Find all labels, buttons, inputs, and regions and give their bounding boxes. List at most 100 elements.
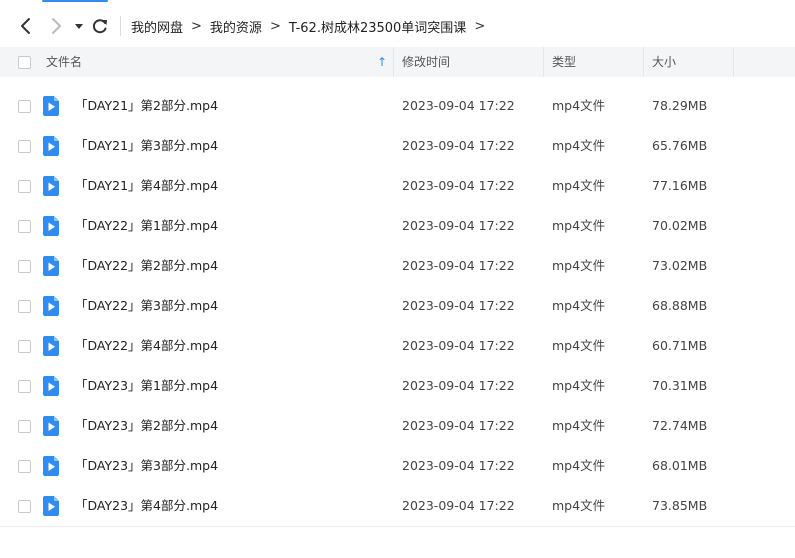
file-size: 68.88MB (652, 298, 708, 313)
video-file-icon (43, 496, 59, 516)
file-type: mp4文件 (552, 298, 606, 313)
file-name[interactable]: 「DAY23」第2部分.mp4 (75, 406, 218, 446)
caret-down-icon (75, 24, 83, 29)
row-checkbox[interactable] (18, 220, 31, 233)
column-header-type[interactable]: 类型 (552, 47, 576, 77)
row-checkbox[interactable] (18, 260, 31, 273)
file-size: 73.02MB (652, 258, 708, 273)
row-checkbox[interactable] (18, 300, 31, 313)
file-modified-time: 2023-09-04 17:22 (402, 218, 515, 233)
video-file-icon (43, 256, 59, 276)
file-type: mp4文件 (552, 378, 606, 393)
history-dropdown-button[interactable] (72, 14, 86, 38)
file-row[interactable]: 「DAY23」第2部分.mp4 2023-09-04 17:22 mp4文件 7… (0, 406, 795, 446)
file-name[interactable]: 「DAY22」第4部分.mp4 (75, 326, 218, 366)
file-size: 70.31MB (652, 378, 708, 393)
column-divider[interactable] (543, 47, 544, 77)
file-modified-time: 2023-09-04 17:22 (402, 258, 515, 273)
file-type: mp4文件 (552, 418, 606, 433)
row-checkbox[interactable] (18, 420, 31, 433)
sort-ascending-icon[interactable]: ↑ (377, 47, 387, 77)
row-checkbox[interactable] (18, 500, 31, 513)
video-file-icon (43, 296, 59, 316)
chevron-left-icon (21, 18, 30, 34)
breadcrumb: 我的网盘 > 我的资源 > T-62.树成林23500单词突围课 > (120, 12, 493, 40)
file-modified-time: 2023-09-04 17:22 (402, 458, 515, 473)
video-file-icon (43, 456, 59, 476)
column-divider[interactable] (393, 47, 394, 77)
file-row[interactable]: 「DAY22」第4部分.mp4 2023-09-04 17:22 mp4文件 6… (0, 326, 795, 366)
file-size: 70.02MB (652, 218, 708, 233)
file-name[interactable]: 「DAY21」第2部分.mp4 (75, 86, 218, 126)
column-header-size[interactable]: 大小 (652, 47, 676, 77)
refresh-icon (92, 19, 107, 34)
file-size: 77.16MB (652, 178, 708, 193)
row-checkbox[interactable] (18, 380, 31, 393)
breadcrumb-item-current-folder[interactable]: T-62.树成林23500单词突围课 (289, 17, 466, 36)
refresh-button[interactable] (90, 14, 110, 38)
file-row[interactable]: 「DAY22」第2部分.mp4 2023-09-04 17:22 mp4文件 7… (0, 246, 795, 286)
file-modified-time: 2023-09-04 17:22 (402, 498, 515, 513)
file-name[interactable]: 「DAY22」第1部分.mp4 (75, 206, 218, 246)
file-row[interactable]: 「DAY21」第4部分.mp4 2023-09-04 17:22 mp4文件 7… (0, 166, 795, 206)
video-file-icon (43, 336, 59, 356)
file-row[interactable]: 「DAY22」第3部分.mp4 2023-09-04 17:22 mp4文件 6… (0, 286, 795, 326)
file-row[interactable]: 「DAY21」第3部分.mp4 2023-09-04 17:22 mp4文件 6… (0, 126, 795, 166)
chevron-right-icon (52, 18, 61, 34)
file-size: 78.29MB (652, 98, 708, 113)
file-list-header: 文件名 ↑ 修改时间 类型 大小 (0, 47, 795, 77)
file-modified-time: 2023-09-04 17:22 (402, 338, 515, 353)
navigation-bar: 我的网盘 > 我的资源 > T-62.树成林23500单词突围课 > (0, 0, 795, 47)
file-name[interactable]: 「DAY21」第4部分.mp4 (75, 166, 218, 206)
file-name[interactable]: 「DAY22」第3部分.mp4 (75, 286, 218, 326)
column-divider[interactable] (733, 47, 734, 77)
file-type: mp4文件 (552, 458, 606, 473)
row-checkbox[interactable] (18, 460, 31, 473)
video-file-icon (43, 416, 59, 436)
column-header-modified[interactable]: 修改时间 (402, 47, 450, 77)
file-name[interactable]: 「DAY21」第3部分.mp4 (75, 126, 218, 166)
file-row[interactable]: 「DAY21」第2部分.mp4 2023-09-04 17:22 mp4文件 7… (0, 86, 795, 126)
row-checkbox[interactable] (18, 340, 31, 353)
file-modified-time: 2023-09-04 17:22 (402, 178, 515, 193)
video-file-icon (43, 136, 59, 156)
file-type: mp4文件 (552, 258, 606, 273)
file-name[interactable]: 「DAY22」第2部分.mp4 (75, 246, 218, 286)
file-name[interactable]: 「DAY23」第3部分.mp4 (75, 446, 218, 486)
breadcrumb-separator: > (269, 18, 281, 34)
file-size: 65.76MB (652, 138, 708, 153)
select-all-checkbox[interactable] (18, 56, 31, 69)
file-type: mp4文件 (552, 138, 606, 153)
file-modified-time: 2023-09-04 17:22 (402, 138, 515, 153)
breadcrumb-divider (120, 16, 121, 36)
list-bottom-border (0, 526, 795, 527)
column-divider[interactable] (643, 47, 644, 77)
file-row[interactable]: 「DAY23」第1部分.mp4 2023-09-04 17:22 mp4文件 7… (0, 366, 795, 406)
file-name[interactable]: 「DAY23」第1部分.mp4 (75, 366, 218, 406)
file-type: mp4文件 (552, 498, 606, 513)
row-checkbox[interactable] (18, 180, 31, 193)
row-checkbox[interactable] (18, 100, 31, 113)
video-file-icon (43, 216, 59, 236)
video-file-icon (43, 176, 59, 196)
column-header-name[interactable]: 文件名 (46, 47, 82, 77)
breadcrumb-item-my-resources[interactable]: 我的资源 (210, 17, 262, 36)
forward-button[interactable] (46, 14, 66, 38)
file-size: 68.01MB (652, 458, 708, 473)
video-file-icon (43, 96, 59, 116)
breadcrumb-separator: > (474, 18, 486, 34)
file-type: mp4文件 (552, 98, 606, 113)
file-size: 73.85MB (652, 498, 708, 513)
file-row[interactable]: 「DAY23」第3部分.mp4 2023-09-04 17:22 mp4文件 6… (0, 446, 795, 486)
breadcrumb-item-my-drive[interactable]: 我的网盘 (131, 17, 183, 36)
file-modified-time: 2023-09-04 17:22 (402, 378, 515, 393)
back-button[interactable] (16, 14, 36, 38)
breadcrumb-separator: > (191, 18, 202, 34)
file-row[interactable]: 「DAY23」第4部分.mp4 2023-09-04 17:22 mp4文件 7… (0, 486, 795, 526)
file-row[interactable]: 「DAY22」第1部分.mp4 2023-09-04 17:22 mp4文件 7… (0, 206, 795, 246)
video-file-icon (43, 376, 59, 396)
active-tab-indicator (42, 0, 108, 2)
file-modified-time: 2023-09-04 17:22 (402, 418, 515, 433)
row-checkbox[interactable] (18, 140, 31, 153)
file-name[interactable]: 「DAY23」第4部分.mp4 (75, 486, 218, 526)
